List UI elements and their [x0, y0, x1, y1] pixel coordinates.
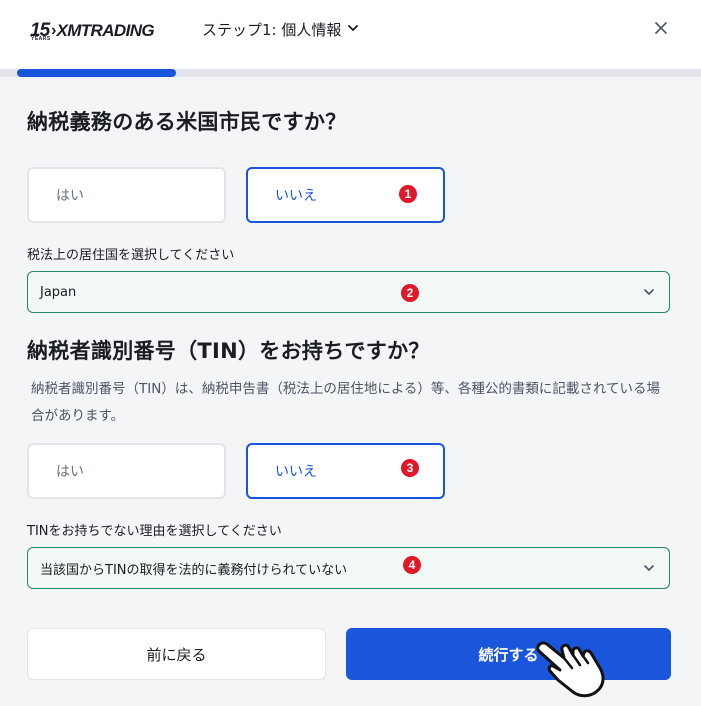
tin-reason-select[interactable]: 当該国からTINの取得を法的に義務付けられていない — [27, 547, 670, 589]
residence-country-label: 税法上の居住国を選択してください — [27, 248, 235, 263]
xm-logo: 15 YEARS › XMTRADING — [30, 18, 155, 42]
continue-label: 続行する — [478, 645, 539, 664]
progress-track — [0, 69, 701, 77]
logo-years-caption: YEARS — [31, 36, 51, 42]
tin-description: 納税者識別番号（TIN）は、納税申告書（税法上の居住地による）等、各種公的書類に… — [31, 381, 661, 424]
us-citizen-question: 納税義務のある米国市民ですか？ — [27, 110, 347, 134]
annotation-badge-1: 1 — [399, 185, 417, 203]
close-icon[interactable] — [652, 19, 670, 37]
progress-fill — [17, 69, 176, 77]
step-label: ステップ1: 個人情報 — [202, 20, 342, 39]
continue-button[interactable]: 続行する — [346, 628, 671, 680]
back-button[interactable]: 前に戻る — [27, 628, 326, 680]
chevron-down-icon — [347, 20, 359, 38]
tin-reason-label: TINをお持ちでない理由を選択してください — [27, 524, 282, 539]
tin-reason-value: 当該国からTINの取得を法的に義務付けられていない — [40, 562, 348, 578]
residence-country-select[interactable]: Japan — [27, 271, 670, 313]
top-bar: 15 YEARS › XMTRADING ステップ1: 個人情報 — [0, 0, 701, 69]
tin-question: 納税者識別番号（TIN）をお持ちですか？ — [27, 339, 430, 363]
annotation-badge-2: 2 — [401, 284, 419, 302]
logo-wordmark: XMTRADING — [56, 21, 155, 40]
chevron-down-icon — [643, 286, 655, 302]
hand-pointer-icon — [536, 641, 605, 698]
step-selector[interactable]: ステップ1: 個人情報 — [202, 18, 359, 40]
annotation-badge-3: 3 — [401, 459, 419, 477]
chevron-down-icon — [643, 562, 655, 578]
tin-yes-button[interactable]: はい — [27, 443, 226, 499]
us-citizen-yes-button[interactable]: はい — [27, 167, 226, 223]
residence-country-value: Japan — [40, 284, 77, 300]
annotation-badge-4: 4 — [403, 556, 421, 574]
